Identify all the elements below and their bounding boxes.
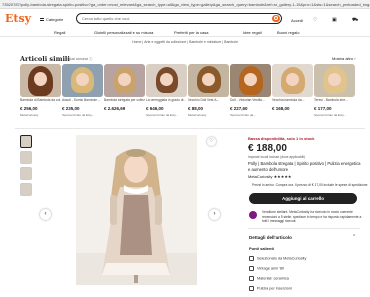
highlight-item: Materiali: ceramica <box>249 276 289 281</box>
similar-item-card[interactable]: Teresi - Bambola stre... € 177,00 Sponso… <box>314 64 355 122</box>
similar-item-caption: Teresi - Bambola stre... <box>314 98 348 102</box>
similar-item-card[interactable]: Bambola stregata per collez... € 2.626,6… <box>104 64 145 122</box>
similar-item-image <box>272 64 313 97</box>
shipping-note: Prezzi in arrivo. Compra ora. Il prezzo … <box>252 183 368 187</box>
address-bar[interactable]: 73520787/polly-bambola-stregata-spirito-… <box>0 0 370 9</box>
chevron-up-icon[interactable]: ⌃ <box>352 234 356 240</box>
similar-item-price: € 168,00 <box>272 106 290 111</box>
main-nav: Regali Gioielli personalizzati e su misu… <box>0 29 370 37</box>
similar-item-price: € 646,00 <box>146 106 164 111</box>
similar-item-card[interactable]: La ormeggiata in grado di... € 646,00 Sp… <box>146 64 187 122</box>
similar-item-image <box>188 64 229 97</box>
star-seller-icon <box>249 211 257 219</box>
similar-item-card[interactable]: Assoli - Sorrisi Bambole... € 235,00 Spo… <box>62 64 103 122</box>
site-header: Etsy Categorie Cerca tutto quello che vu… <box>0 9 370 29</box>
categories-button[interactable]: Categorie <box>40 17 63 22</box>
similar-item-image <box>314 64 355 97</box>
divider <box>15 128 365 129</box>
similar-item-caption: Vecchio Doll Vest A... <box>188 98 220 102</box>
thumbnail[interactable] <box>20 183 32 196</box>
similar-item-card[interactable]: Vecchio Doll Vest A... € 88,00 MetaCurio… <box>188 64 229 122</box>
highlight-item: Pulizia per inserzioni <box>249 286 292 291</box>
sign-in-link[interactable]: Accedi <box>291 18 303 23</box>
thumbnail[interactable] <box>20 135 32 148</box>
favorite-heart-icon[interactable]: ♡ <box>207 137 216 146</box>
similar-item-caption: La ormeggiata in grado di... <box>146 98 187 102</box>
search-icon[interactable] <box>272 15 280 22</box>
similar-item-caption: Bambola stregata per collez... <box>104 98 145 102</box>
highlights-heading: Punti salienti <box>249 246 274 251</box>
similar-item-image <box>146 64 187 97</box>
similar-item-shop: Sponsorizzato da Etsy... <box>146 113 179 117</box>
rating-stars: ★★★★★ <box>273 174 292 179</box>
highlight-item: Selezionato da MetaCuriosity <box>249 256 306 261</box>
stock-notice: Bassa disponibilità, solo 1 in stock <box>248 136 315 141</box>
next-image-button[interactable]: › <box>209 209 220 220</box>
prev-image-button[interactable]: ‹ <box>40 209 51 220</box>
similar-item-caption: Bambola di Bambola da col... <box>20 98 61 102</box>
cart-icon[interactable]: ⛟ <box>352 17 358 24</box>
similar-item-shop: MetaCuriosity <box>20 113 39 117</box>
add-to-cart-button[interactable]: Aggiungi al carrello <box>249 193 357 204</box>
tax-note: Imposte locali incluse (dove applicabili… <box>248 155 305 159</box>
listing-price: € 188,00 <box>248 143 287 154</box>
thumbnail[interactable] <box>20 167 32 180</box>
similar-item-price: € 2.626,69 <box>104 106 126 111</box>
similar-item-card[interactable]: Bambola di Bambola da col... € 256,00 Me… <box>20 64 61 122</box>
info-icon <box>249 286 254 291</box>
similar-item-caption: Vecchia bambola da... <box>272 98 305 102</box>
shop-name[interactable]: MetaCuriosity <box>248 174 272 179</box>
vintage-icon <box>249 266 254 271</box>
nav-item-buoni[interactable]: Buoni regalo <box>277 30 299 35</box>
shop-info[interactable]: MetaCuriosity ★★★★★ <box>248 174 292 179</box>
similar-item-image <box>62 64 103 97</box>
similar-item-image <box>104 64 145 97</box>
doll-illustration <box>76 135 197 285</box>
nav-item-idee[interactable]: Idee regali <box>243 30 262 35</box>
similar-item-caption: Doll - Victorian Vestito... <box>230 98 265 102</box>
similar-item-card[interactable]: Doll - Victorian Vestito... € 227,60 Spo… <box>230 64 271 122</box>
similar-item-price: € 256,00 <box>20 106 38 111</box>
similar-item-shop: Sponsorizzato da Etsy... <box>62 113 95 117</box>
nav-item-regali[interactable]: Regali <box>54 30 65 35</box>
similar-item-price: € 88,00 <box>188 106 204 111</box>
similar-item-image <box>20 64 61 97</box>
main-product-image <box>76 135 197 285</box>
breadcrumb[interactable]: Home | Arte e oggetti da collezione | Ba… <box>0 40 370 44</box>
thumbnail[interactable] <box>20 151 32 164</box>
star-seller-note: Venditore stellare. MetaCuriosity ha ric… <box>262 210 362 223</box>
see-more-link[interactable]: Mostra altro › <box>332 56 356 61</box>
similar-item-shop: Sponsorizzato da... <box>230 113 256 117</box>
similar-item-image <box>230 64 271 97</box>
material-icon <box>249 276 254 281</box>
similar-item-shop: MetaCuriosity <box>188 113 207 117</box>
similar-item-caption: Assoli - Sorrisi Bambole... <box>62 98 100 102</box>
nav-item-casa[interactable]: Preferiti per la casa <box>174 30 208 35</box>
heart-icon[interactable]: ♡ <box>313 17 317 23</box>
gift-icon[interactable]: ▣ <box>332 17 337 23</box>
nav-item-gioielli[interactable]: Gioielli personalizzati e su misura <box>94 30 153 35</box>
item-details-heading[interactable]: Dettagli dell'articolo <box>249 235 292 240</box>
highlight-item: Vintage anni '80 <box>249 266 284 271</box>
similar-item-price: € 227,60 <box>230 106 248 111</box>
similar-items-title: Articoli simili <box>20 55 70 63</box>
search-input[interactable]: Cerca tutto quello che vuoi <box>76 13 282 24</box>
listing-title: Polly | Bambola stregata | Spirito posit… <box>248 161 361 172</box>
similar-item-card[interactable]: Vecchia bambola da... € 168,00 <box>272 64 313 122</box>
menu-icon <box>40 18 44 22</box>
shop-icon <box>249 256 254 261</box>
divider <box>248 228 360 229</box>
similar-item-price: € 177,00 <box>314 106 332 111</box>
similar-items-subtitle: Inclusi annunci ⓘ <box>65 57 93 61</box>
etsy-logo[interactable]: Etsy <box>5 12 31 25</box>
similar-item-price: € 235,00 <box>62 106 80 111</box>
similar-item-shop: Sponsorizzato da Etsy... <box>314 113 347 117</box>
search-placeholder: Cerca tutto quello che vuoi <box>82 16 130 21</box>
